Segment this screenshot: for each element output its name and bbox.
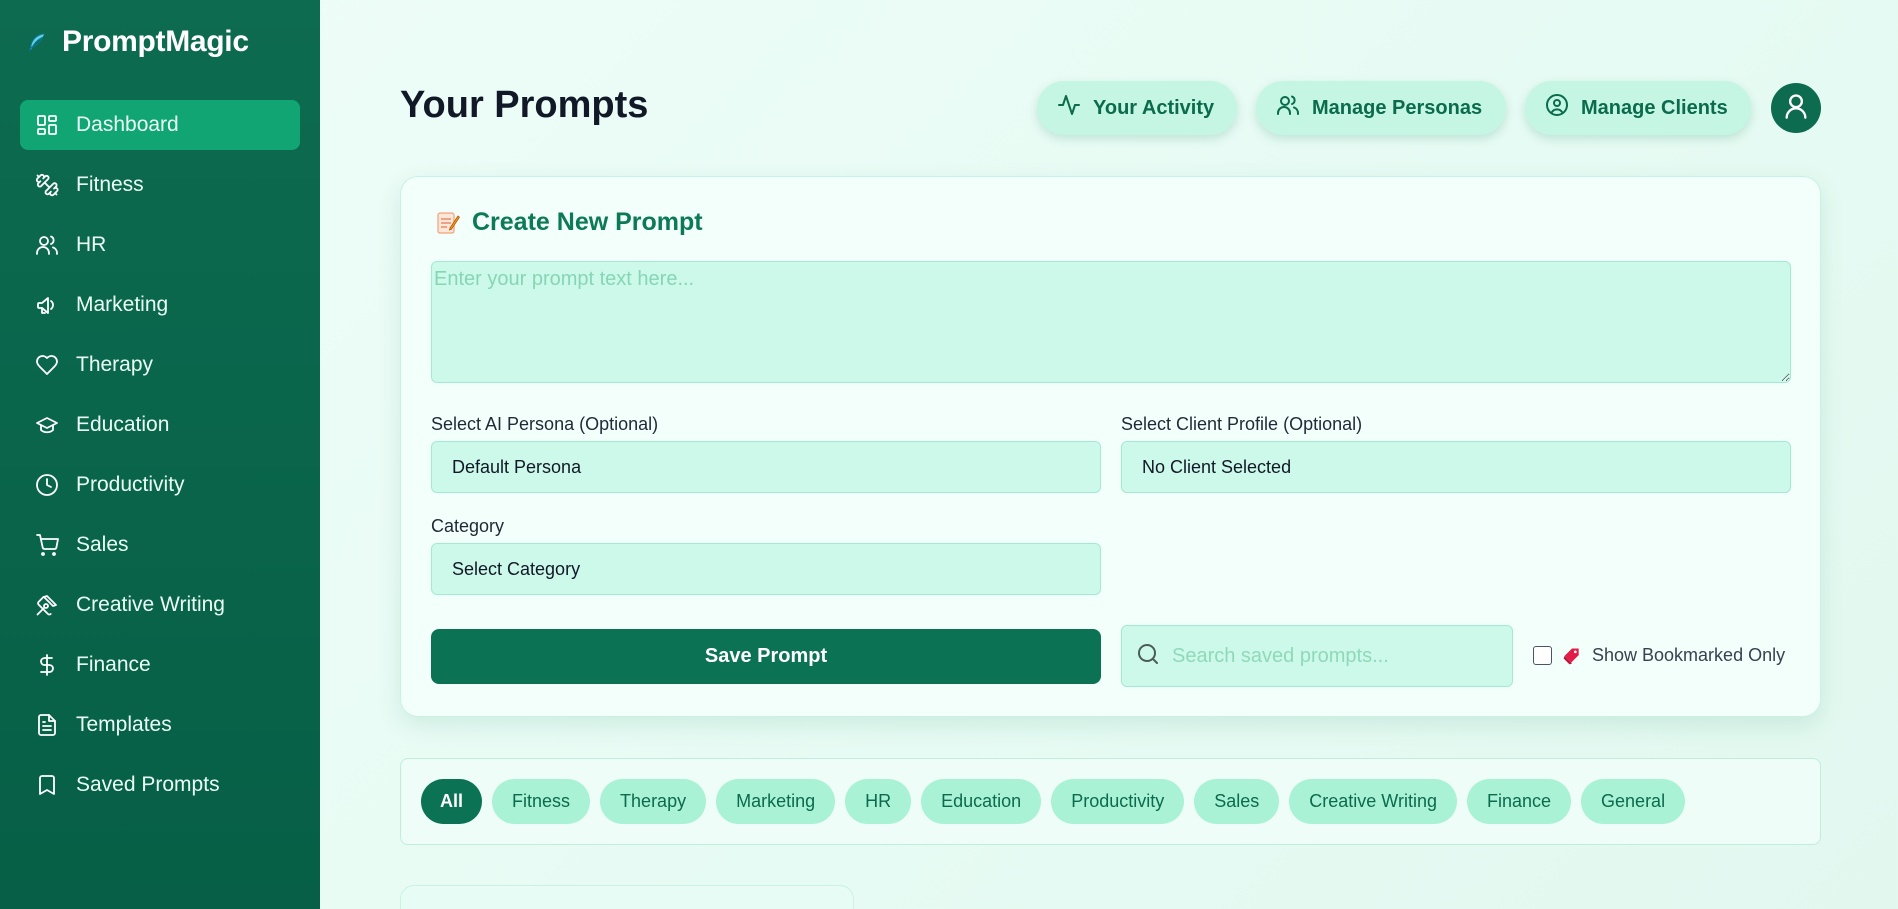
feather-icon	[26, 31, 48, 53]
filter-chip-general[interactable]: General	[1581, 779, 1686, 824]
activity-icon	[1057, 93, 1081, 123]
sidebar-item-therapy[interactable]: Therapy	[20, 340, 300, 390]
persona-select[interactable]: Default Persona	[431, 441, 1101, 493]
create-prompt-heading: Create New Prompt	[436, 208, 703, 237]
sidebar-item-education[interactable]: Education	[20, 400, 300, 450]
filter-chip-all[interactable]: All	[421, 779, 483, 824]
sidebar-item-marketing[interactable]: Marketing	[20, 280, 300, 330]
prompt-textarea[interactable]	[431, 261, 1791, 383]
sidebar-item-templates[interactable]: Templates	[20, 700, 300, 750]
sidebar-item-dashboard[interactable]: Dashboard	[20, 100, 300, 150]
category-select[interactable]: Select Category	[431, 543, 1101, 595]
filter-chip-fitness[interactable]: Fitness	[492, 779, 591, 824]
sidebar-item-label: Dashboard	[76, 113, 179, 136]
filter-chip-hr[interactable]: HR	[845, 779, 912, 824]
sidebar-item-label: Templates	[76, 713, 172, 736]
sidebar-item-label: Saved Prompts	[76, 773, 220, 796]
sidebar-item-label: Therapy	[76, 353, 154, 376]
sidebar-item-label: Education	[76, 413, 170, 436]
sidebar-item-productivity[interactable]: Productivity	[20, 460, 300, 510]
users-icon	[1276, 93, 1300, 123]
bookmark-tag-icon	[1562, 646, 1582, 666]
user-circle-icon	[1545, 93, 1569, 123]
sidebar-item-label: HR	[76, 233, 107, 256]
sidebar-nav: Dashboard Fitness HR Marketing Therapy E…	[20, 100, 300, 820]
prompt-card[interactable]	[400, 885, 854, 909]
filter-chip-education[interactable]: Education	[921, 779, 1042, 824]
your-activity-button[interactable]: Your Activity	[1037, 81, 1237, 135]
client-select[interactable]: No Client Selected	[1121, 441, 1791, 493]
sidebar-item-label: Sales	[76, 533, 129, 556]
manage-clients-button[interactable]: Manage Clients	[1525, 81, 1751, 135]
bookmarked-only-checkbox[interactable]	[1533, 646, 1552, 665]
user-icon	[1782, 92, 1810, 125]
filter-chip-therapy[interactable]: Therapy	[600, 779, 707, 824]
your-activity-label: Your Activity	[1093, 96, 1215, 119]
filter-chip-sales[interactable]: Sales	[1194, 779, 1280, 824]
filter-chip-marketing[interactable]: Marketing	[716, 779, 836, 824]
user-avatar-button[interactable]	[1771, 83, 1821, 133]
dumbbell-icon	[34, 172, 60, 198]
brand-name: PromptMagic	[62, 25, 249, 58]
sidebar-item-label: Fitness	[76, 173, 144, 196]
cart-icon	[34, 532, 60, 558]
graduation-cap-icon	[34, 412, 60, 438]
sidebar-item-label: Marketing	[76, 293, 169, 316]
sidebar-item-hr[interactable]: HR	[20, 220, 300, 270]
megaphone-icon	[34, 292, 60, 318]
bookmarked-only-label: Show Bookmarked Only	[1592, 645, 1786, 665]
sidebar-item-label: Creative Writing	[76, 593, 225, 616]
bookmark-filter: Show Bookmarked Only	[1533, 645, 1785, 666]
sidebar-item-sales[interactable]: Sales	[20, 520, 300, 570]
sidebar-item-label: Productivity	[76, 473, 185, 496]
search-input[interactable]	[1172, 644, 1492, 668]
page-title: Your Prompts	[400, 84, 649, 126]
filter-chip-creative-writing[interactable]: Creative Writing	[1289, 779, 1457, 824]
bookmark-icon	[34, 772, 60, 798]
sidebar-item-fitness[interactable]: Fitness	[20, 160, 300, 210]
client-select-value: No Client Selected	[1142, 456, 1292, 477]
manage-personas-button[interactable]: Manage Personas	[1256, 81, 1506, 135]
document-icon	[34, 712, 60, 738]
client-field-label: Select Client Profile (Optional)	[1121, 414, 1363, 434]
manage-clients-label: Manage Clients	[1581, 96, 1728, 119]
persona-field-label: Select AI Persona (Optional)	[431, 414, 659, 434]
sidebar-item-saved-prompts[interactable]: Saved Prompts	[20, 760, 300, 810]
save-prompt-button[interactable]: Save Prompt	[431, 629, 1101, 684]
memo-icon	[436, 210, 461, 236]
search-icon	[1136, 642, 1160, 671]
search-box	[1121, 625, 1513, 687]
sidebar-item-finance[interactable]: Finance	[20, 640, 300, 690]
heart-icon	[34, 352, 60, 378]
create-prompt-title: Create New Prompt	[472, 208, 703, 236]
persona-select-value: Default Persona	[452, 456, 582, 477]
clock-icon	[34, 472, 60, 498]
brand[interactable]: PromptMagic	[26, 22, 249, 62]
category-field-label: Category	[431, 516, 505, 536]
users-icon	[34, 232, 60, 258]
sidebar: PromptMagic Dashboard Fitness HR Marketi…	[0, 0, 320, 909]
category-select-value: Select Category	[452, 558, 581, 579]
category-chips: All Fitness Therapy Marketing HR Educati…	[421, 779, 1686, 824]
pen-nib-icon	[34, 592, 60, 618]
sidebar-item-creative-writing[interactable]: Creative Writing	[20, 580, 300, 630]
sidebar-item-label: Finance	[76, 653, 151, 676]
filter-chip-finance[interactable]: Finance	[1466, 779, 1572, 824]
dashboard-icon	[34, 112, 60, 138]
dollar-icon	[34, 652, 60, 678]
manage-personas-label: Manage Personas	[1312, 96, 1483, 119]
filter-chip-productivity[interactable]: Productivity	[1051, 779, 1185, 824]
